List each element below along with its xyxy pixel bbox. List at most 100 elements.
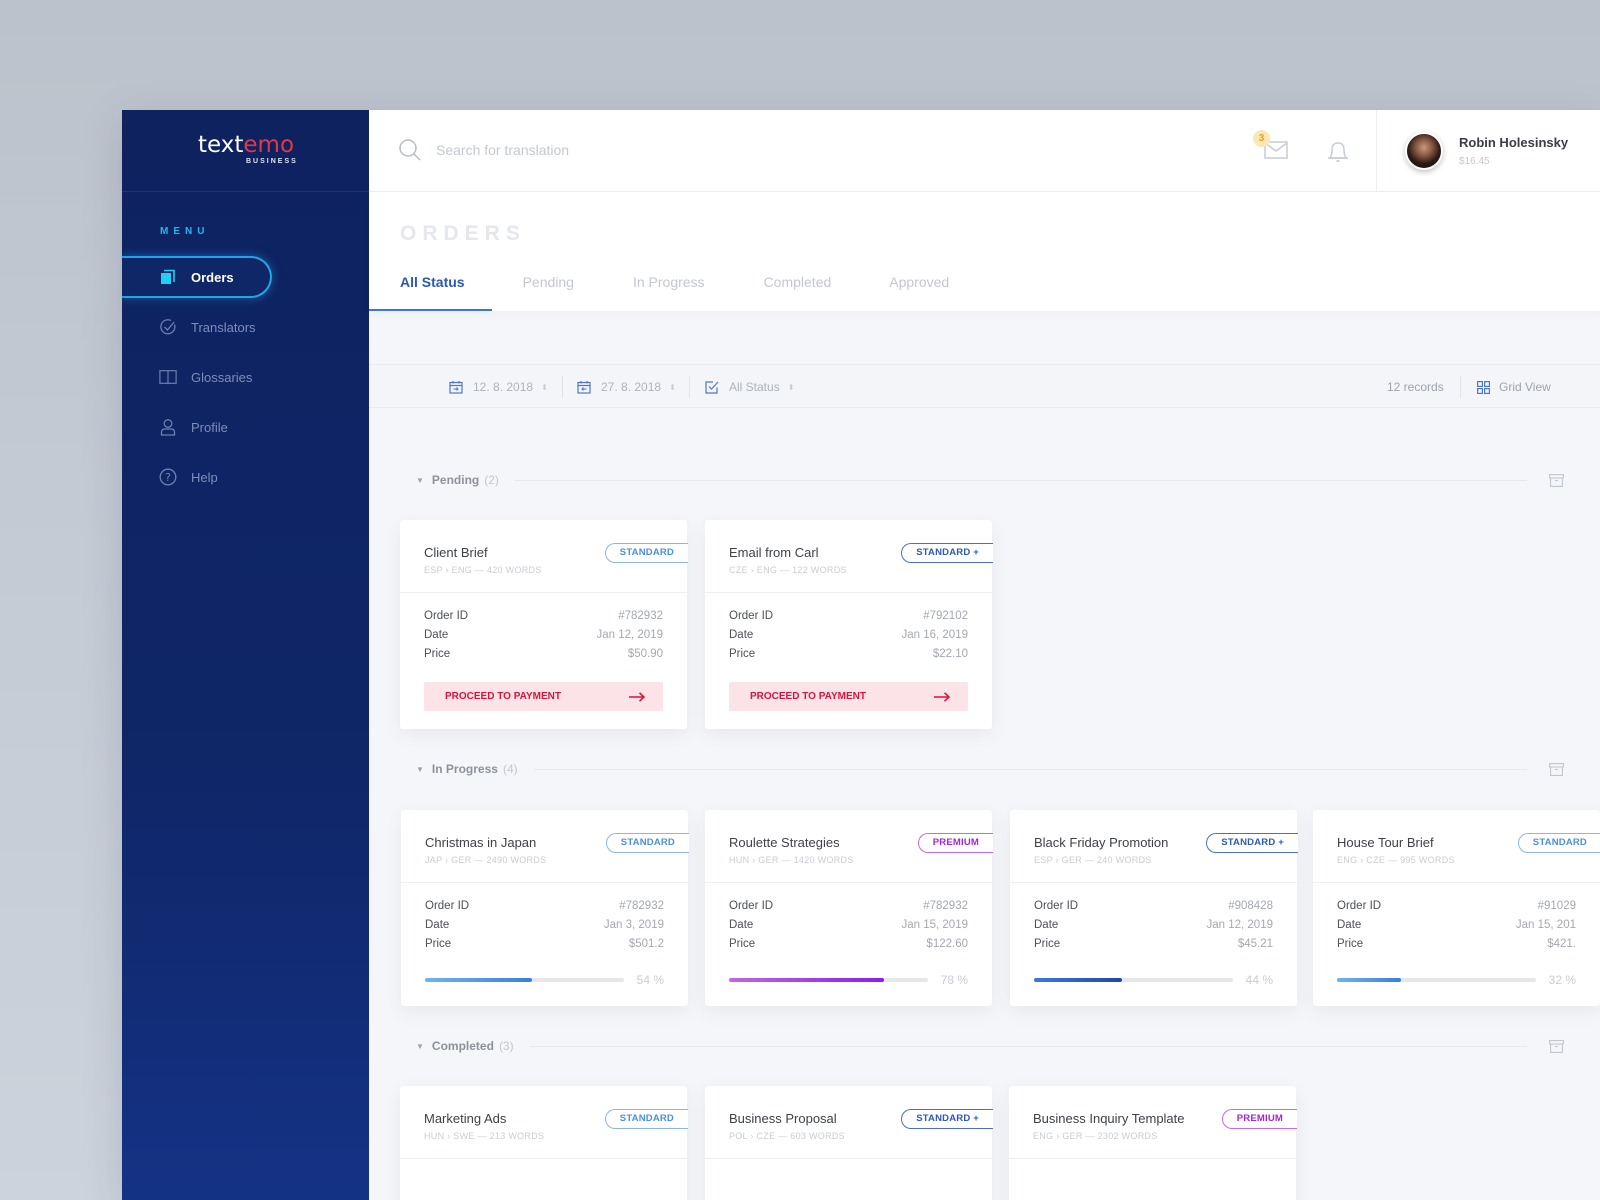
sort-caret-icon: ⬍ [669, 382, 676, 392]
price-value: $122.60 [926, 938, 968, 950]
order-id-label: Order ID [1034, 900, 1079, 912]
card-title: Roulette Strategies [729, 835, 840, 850]
bell-icon[interactable] [1327, 140, 1349, 169]
card-title: Black Friday Promotion [1034, 835, 1169, 850]
payment-button-label: PROCEED TO PAYMENT [750, 691, 866, 702]
sidebar-item-label: Glossaries [191, 369, 253, 385]
logo-area: textemo BUSINESS [122, 110, 369, 192]
grid-icon [1477, 380, 1490, 394]
date-row: Date Jan 12, 2019 [1034, 916, 1273, 935]
card-meta: ESP › ENG — 420 WORDS [424, 565, 542, 575]
price-row: Price $501.2 [425, 935, 664, 954]
section-name: Completed [431, 1039, 494, 1053]
order-card[interactable]: Business Inquiry Template ENG › GER — 23… [1009, 1086, 1297, 1200]
plan-badge: STANDARD [605, 833, 689, 853]
app-window: textemo BUSINESS MENU Orders Translators [122, 110, 1600, 1200]
divider [1460, 376, 1461, 398]
sidebar-item-glossaries[interactable]: Glossaries [122, 356, 369, 398]
plan-badge: STANDARD + [901, 543, 993, 563]
section-header-completed: ▼ Completed (3) [416, 1036, 1600, 1056]
sidebar-item-orders[interactable]: Orders [122, 256, 272, 298]
status-filter[interactable]: All Status ⬍ [705, 365, 794, 409]
card-body: Order ID #782932 Date Jan 15, 2019 Price $1… [705, 883, 992, 987]
collapse-toggle-icon[interactable]: ▼ [416, 1042, 424, 1051]
divider [529, 1045, 1527, 1047]
order-card[interactable]: Marketing Ads HUN › SWE — 213 WORDS STAN… [400, 1086, 688, 1200]
order-id-row: Order ID #908428 [1034, 897, 1273, 916]
proceed-to-payment-button[interactable]: PROCEED TO PAYMENT [424, 682, 663, 711]
tab-all-status[interactable]: All Status [369, 270, 491, 311]
tab-approved[interactable]: Approved [889, 270, 949, 311]
svg-text:?: ? [165, 471, 171, 484]
card-meta: CZE › ENG — 122 WORDS [729, 565, 847, 575]
section-header-in-progress: ▼ In Progress (4) [416, 759, 1600, 779]
tab-pending[interactable]: Pending [523, 270, 574, 311]
arrow-right-icon [934, 691, 950, 702]
progress-track [1034, 978, 1233, 982]
order-id-value: #782932 [923, 900, 968, 912]
archive-icon[interactable] [1549, 473, 1564, 487]
divider [562, 376, 563, 398]
price-row: Price $50.90 [424, 645, 663, 664]
date-label: Date [1034, 919, 1059, 931]
date-value: Jan 15, 2019 [901, 919, 968, 931]
sidebar-item-help[interactable]: ? Help [122, 456, 369, 498]
archive-icon[interactable] [1549, 762, 1564, 776]
archive-icon[interactable] [1549, 1039, 1564, 1053]
collapse-toggle-icon[interactable]: ▼ [416, 476, 424, 485]
order-card[interactable]: Email from Carl CZE › ENG — 122 WORDS ST… [705, 520, 993, 729]
payment-button-label: PROCEED TO PAYMENT [445, 691, 561, 702]
order-id-row: Order ID #792102 [729, 607, 968, 626]
card-meta: HUN › SWE — 213 WORDS [424, 1131, 545, 1141]
user-menu[interactable]: Robin Holesinsky $16.45 [1376, 110, 1600, 192]
card-title: Business Proposal [729, 1111, 837, 1126]
card-header: Email from Carl CZE › ENG — 122 WORDS ST… [705, 520, 993, 593]
card-header: Christmas in Japan JAP › GER — 2490 WORD… [401, 810, 689, 883]
price-value: $45.21 [1237, 938, 1273, 950]
order-card[interactable]: Client Brief ESP › ENG — 420 WORDS STAND… [400, 520, 688, 729]
date-label: Date [729, 919, 754, 931]
order-id-label: Order ID [1337, 900, 1382, 912]
order-id-row: Order ID #91029 [1337, 897, 1576, 916]
progress-percent: 32 % [1548, 973, 1576, 987]
avatar[interactable] [1405, 132, 1443, 170]
sidebar: textemo BUSINESS MENU Orders Translators [122, 110, 369, 1200]
date-row: Date Jan 16, 2019 [729, 626, 968, 645]
sidebar-item-label: Translators [191, 319, 256, 335]
grid-view-toggle[interactable]: Grid View [1477, 365, 1551, 409]
tab-completed[interactable]: Completed [764, 270, 832, 311]
proceed-to-payment-button[interactable]: PROCEED TO PAYMENT [729, 682, 968, 711]
sidebar-item-profile[interactable]: Profile [122, 406, 369, 448]
card-meta: ESP › GER — 240 WORDS [1034, 855, 1152, 865]
progress-bar: 78 % [729, 973, 968, 987]
progress-fill [729, 978, 885, 982]
date-value: Jan 12, 2019 [596, 629, 663, 641]
card-meta: POL › CZE — 603 WORDS [729, 1131, 845, 1141]
date-value: Jan 16, 2019 [901, 629, 968, 641]
date-value: Jan 12, 2019 [1206, 919, 1273, 931]
filter-bar: 12. 8. 2018 ⬍ 27. 8. 2018 ⬍ All Status ⬍… [369, 364, 1600, 408]
date-to-filter[interactable]: 27. 8. 2018 ⬍ [577, 365, 676, 409]
card-header: Business Proposal POL › CZE — 603 WORDS … [705, 1086, 993, 1159]
sidebar-item-translators[interactable]: Translators [122, 306, 369, 348]
card-header: Client Brief ESP › ENG — 420 WORDS STAND… [400, 520, 688, 593]
order-card[interactable]: House Tour Brief ENG › CZE — 995 WORDS S… [1313, 810, 1600, 1006]
price-value: $22.10 [932, 648, 968, 660]
tab-in-progress[interactable]: In Progress [633, 270, 705, 311]
card-header: Marketing Ads HUN › SWE — 213 WORDS STAN… [400, 1086, 688, 1159]
date-from-filter[interactable]: 12. 8. 2018 ⬍ [449, 365, 548, 409]
order-card[interactable]: Christmas in Japan JAP › GER — 2490 WORD… [401, 810, 689, 1006]
date-label: Date [425, 919, 450, 931]
collapse-toggle-icon[interactable]: ▼ [416, 765, 424, 774]
order-id-value: #792102 [923, 610, 968, 622]
logo[interactable]: textemo [198, 132, 294, 158]
search-input[interactable] [436, 138, 936, 162]
card-header: Roulette Strategies HUN › GER — 1420 WOR… [705, 810, 993, 883]
order-card[interactable]: Roulette Strategies HUN › GER — 1420 WOR… [705, 810, 993, 1006]
price-value: $501.2 [628, 938, 664, 950]
order-card[interactable]: Black Friday Promotion ESP › GER — 240 W… [1010, 810, 1298, 1006]
order-card[interactable]: Business Proposal POL › CZE — 603 WORDS … [705, 1086, 993, 1200]
help-icon: ? [159, 468, 177, 486]
menu-label: MENU [160, 226, 210, 237]
card-meta: JAP › GER — 2490 WORDS [425, 855, 547, 865]
